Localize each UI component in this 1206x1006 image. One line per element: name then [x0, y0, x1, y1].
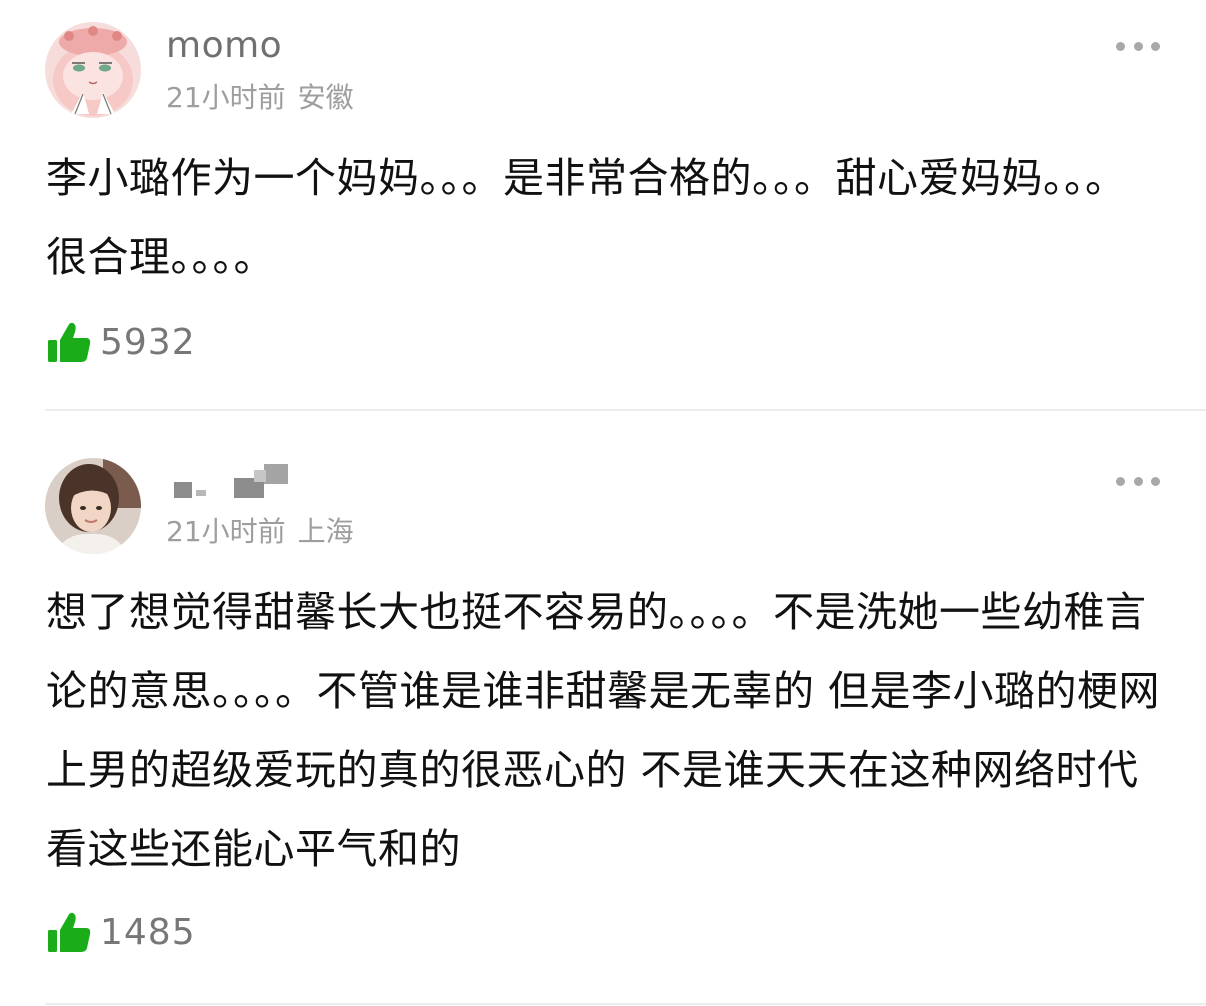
thumbs-up-icon [48, 912, 91, 952]
comment-meta: 21小时前 安徽 [166, 84, 354, 112]
avatar[interactable] [45, 458, 141, 554]
like-button[interactable]: 5932 [46, 320, 196, 364]
comment-time: 21小时前 [166, 81, 286, 114]
photo-avatar-icon [45, 458, 141, 554]
cartoon-avatar-icon [45, 22, 141, 118]
comment-time: 21小时前 [166, 515, 286, 548]
divider [45, 1003, 1206, 1005]
comment-text: 李小璐作为一个妈妈。。。是非常合格的。。。甜心爱妈妈。。。很合理。。。。 [46, 154, 1127, 281]
more-dots-icon[interactable] [1116, 475, 1160, 487]
username[interactable]: momo [166, 28, 282, 64]
like-button[interactable]: 1485 [46, 910, 196, 954]
divider [45, 409, 1206, 411]
avatar[interactable] [45, 22, 141, 118]
comment-item: momo 21小时前 安徽 李小璐作为一个妈妈。。。是非常合格的。。。甜心爱妈妈。… [0, 0, 1206, 410]
comment-item: 21小时前 上海 想了想觉得甜馨长大也挺不容易的。。。。不是洗她一些幼稚言论的意思… [0, 412, 1206, 1006]
like-count: 5932 [100, 321, 196, 363]
comment-meta: 21小时前 上海 [166, 518, 354, 546]
comment-text: 想了想觉得甜馨长大也挺不容易的。。。。不是洗她一些幼稚言论的意思。。。。不管谁是… [46, 588, 1161, 873]
masked-username[interactable] [168, 460, 293, 504]
like-count: 1485 [100, 911, 196, 953]
more-dots-icon[interactable] [1116, 40, 1160, 52]
comment-location: 上海 [297, 515, 354, 548]
thumbs-up-icon [48, 322, 91, 362]
comment-location: 安徽 [297, 81, 354, 114]
